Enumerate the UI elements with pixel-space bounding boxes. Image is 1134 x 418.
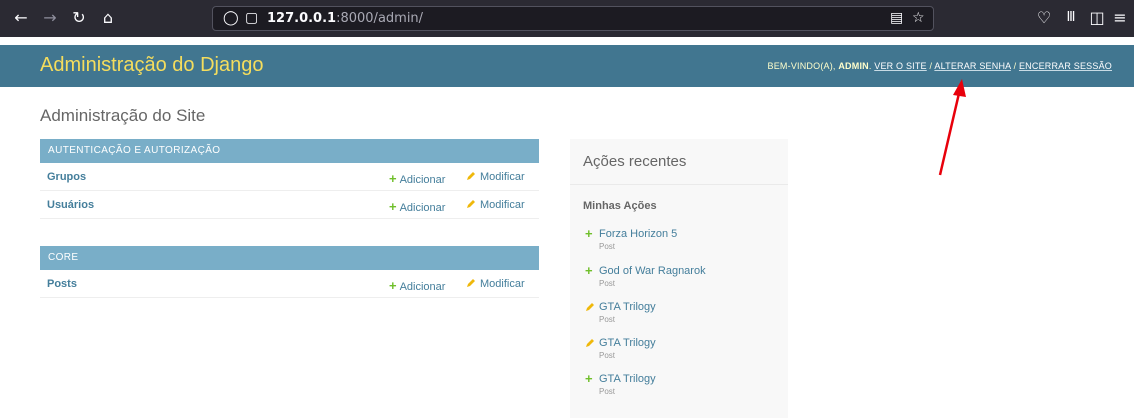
reader-icon[interactable]: ▤ bbox=[890, 10, 903, 26]
action-type: Post bbox=[599, 242, 616, 251]
separator: / bbox=[929, 61, 933, 71]
plus-icon: + bbox=[389, 171, 397, 186]
forward-icon[interactable]: → bbox=[41, 9, 59, 27]
browser-toolbar: ← → ↻ ⌂ ◯ ▢ 127.0.0.1:8000/admin/ ▤ ☆ ♡ … bbox=[0, 0, 1134, 37]
pencil-icon bbox=[586, 303, 594, 311]
page-title: Administração do Site bbox=[40, 106, 206, 125]
user-tools: BEM-VINDO(A), ADMIN. VER O SITE / ALTERA… bbox=[767, 61, 1112, 71]
library-icon[interactable]: Ⅲ bbox=[1062, 9, 1080, 27]
plus-icon: + bbox=[585, 263, 593, 278]
action-type: Post bbox=[599, 387, 616, 396]
change-password-link[interactable]: ALTERAR SENHA bbox=[934, 61, 1010, 71]
module-caption[interactable]: Core bbox=[40, 246, 539, 270]
pencil-icon bbox=[586, 339, 594, 347]
view-site-link[interactable]: VER O SITE bbox=[874, 61, 927, 71]
add-label: Adicionar bbox=[399, 174, 446, 186]
username: ADMIN bbox=[838, 61, 869, 71]
action-link[interactable]: GTA Trilogy bbox=[599, 301, 656, 313]
table-row: Posts + Adicionar Modificar bbox=[40, 270, 539, 298]
sidebar-icon[interactable]: ◫ bbox=[1088, 9, 1106, 27]
action-type: Post bbox=[599, 315, 616, 324]
change-button[interactable]: Modificar bbox=[466, 199, 525, 211]
home-icon[interactable]: ⌂ bbox=[99, 9, 117, 27]
app-module-core: Core Posts + Adicionar Modificar bbox=[40, 246, 539, 298]
action-link[interactable]: God of War Ragnarok bbox=[599, 265, 706, 277]
action-type: Post bbox=[599, 279, 616, 288]
annotation-arrow bbox=[938, 79, 966, 176]
reload-icon[interactable]: ↻ bbox=[70, 9, 88, 27]
add-button[interactable]: + Adicionar bbox=[389, 199, 445, 214]
module-caption[interactable]: Autenticação e Autorização bbox=[40, 139, 539, 163]
plus-icon: + bbox=[585, 371, 593, 386]
plus-icon: + bbox=[585, 226, 593, 241]
pocket-icon[interactable]: ♡ bbox=[1035, 9, 1053, 27]
model-link-groups[interactable]: Grupos bbox=[47, 171, 86, 183]
shield-icon[interactable]: ◯ bbox=[223, 10, 239, 26]
url-bar[interactable]: ◯ ▢ 127.0.0.1:8000/admin/ ▤ ☆ bbox=[212, 6, 934, 31]
pencil-icon bbox=[467, 200, 475, 208]
star-icon[interactable]: ☆ bbox=[912, 10, 925, 26]
add-label: Adicionar bbox=[399, 202, 446, 214]
url-host: 127.0.0.1 bbox=[267, 11, 337, 26]
pencil-icon bbox=[467, 172, 475, 180]
change-label: Modificar bbox=[480, 171, 525, 183]
add-button[interactable]: + Adicionar bbox=[389, 278, 445, 293]
action-link[interactable]: GTA Trilogy bbox=[599, 373, 656, 385]
model-link-users[interactable]: Usuários bbox=[47, 199, 94, 211]
table-row: Usuários + Adicionar Modificar bbox=[40, 191, 539, 219]
back-icon[interactable]: ← bbox=[12, 9, 30, 27]
separator: / bbox=[1013, 61, 1017, 71]
add-button[interactable]: + Adicionar bbox=[389, 171, 445, 186]
action-type: Post bbox=[599, 351, 616, 360]
change-button[interactable]: Modificar bbox=[466, 278, 525, 290]
url-text[interactable]: 127.0.0.1:8000/admin/ bbox=[267, 11, 423, 26]
site-branding[interactable]: Administração do Django bbox=[40, 54, 263, 77]
change-label: Modificar bbox=[480, 199, 525, 211]
divider bbox=[570, 184, 788, 185]
my-actions-heading: Minhas Ações bbox=[583, 200, 657, 212]
welcome-text: BEM-VINDO(A), bbox=[767, 61, 836, 71]
url-path: :8000/admin/ bbox=[336, 11, 424, 26]
table-row: Grupos + Adicionar Modificar bbox=[40, 163, 539, 191]
recent-actions-title: Ações recentes bbox=[583, 153, 687, 170]
change-button[interactable]: Modificar bbox=[466, 171, 525, 183]
recent-actions-panel: Ações recentes Minhas Ações + Forza Hori… bbox=[570, 139, 788, 418]
plus-icon: + bbox=[389, 199, 397, 214]
logout-link[interactable]: ENCERRAR SESSÃO bbox=[1019, 61, 1112, 71]
pencil-icon bbox=[467, 279, 475, 287]
app-module-auth: Autenticação e Autorização Grupos + Adici… bbox=[40, 139, 539, 219]
action-link[interactable]: Forza Horizon 5 bbox=[599, 228, 677, 240]
model-link-posts[interactable]: Posts bbox=[47, 278, 77, 290]
action-link[interactable]: GTA Trilogy bbox=[599, 337, 656, 349]
menu-icon[interactable]: ≡ bbox=[1111, 9, 1129, 27]
plus-icon: + bbox=[389, 278, 397, 293]
add-label: Adicionar bbox=[399, 281, 446, 293]
change-label: Modificar bbox=[480, 278, 525, 290]
page-icon: ▢ bbox=[245, 10, 259, 26]
